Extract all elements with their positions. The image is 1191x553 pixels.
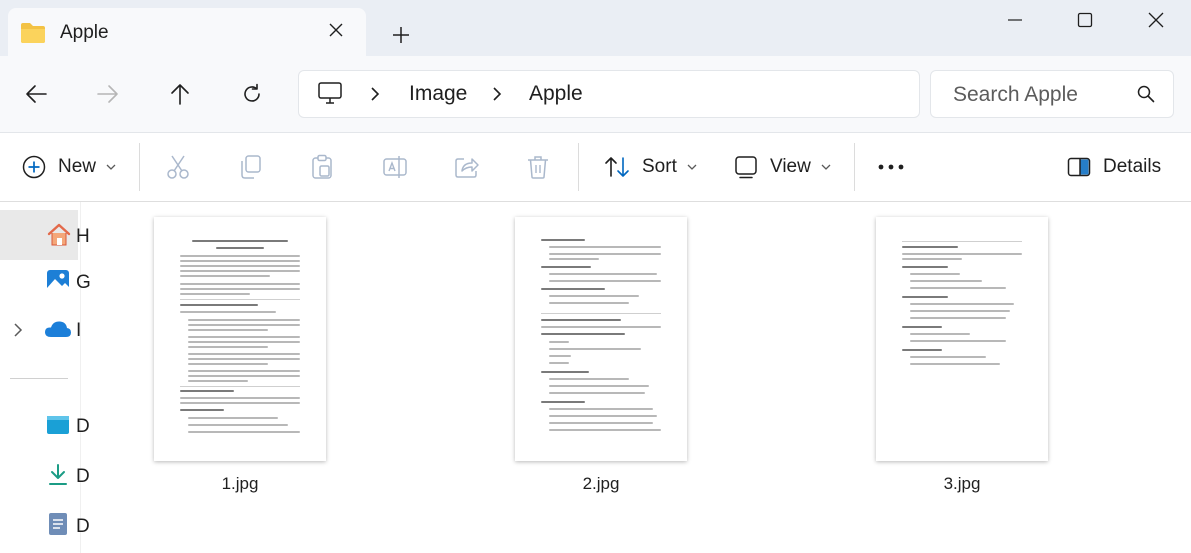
new-button[interactable]: New — [22, 133, 116, 201]
cut-button[interactable] — [166, 133, 190, 201]
close-window-button[interactable] — [1121, 0, 1191, 40]
minimize-button[interactable] — [980, 0, 1050, 40]
toolbar-divider — [139, 143, 140, 191]
navigation-pane: H G I D D D — [0, 202, 91, 553]
details-button[interactable]: Details — [1067, 133, 1161, 201]
paste-icon — [312, 154, 332, 179]
sort-icon — [605, 157, 629, 177]
more-icon — [878, 164, 904, 170]
copy-button[interactable] — [238, 133, 262, 201]
copy-icon — [241, 155, 261, 179]
sort-label: Sort — [642, 156, 677, 177]
cut-icon — [167, 155, 189, 179]
search-icon — [1137, 85, 1155, 108]
refresh-button[interactable] — [236, 78, 268, 110]
file-list: 1.jpg 2.jpg 3.jpg — [80, 202, 1191, 553]
gallery-icon — [46, 269, 70, 298]
this-pc-icon[interactable] — [317, 81, 343, 110]
address-bar[interactable]: Image Apple — [298, 70, 920, 118]
sidebar-item-gallery[interactable]: G — [0, 260, 91, 304]
chevron-right-icon[interactable] — [489, 84, 505, 104]
view-label: View — [770, 156, 811, 177]
rename-icon — [383, 156, 407, 178]
view-icon — [735, 156, 757, 179]
minimize-icon — [1008, 19, 1022, 21]
command-bar: New Sort View Details — [0, 133, 1191, 202]
folder-icon — [20, 22, 46, 49]
sort-button[interactable]: Sort — [604, 133, 697, 201]
toolbar-divider — [854, 143, 855, 191]
delete-button[interactable] — [526, 133, 550, 201]
onedrive-cloud-icon — [44, 320, 72, 343]
sidebar-item-downloads[interactable]: D — [0, 454, 90, 498]
arrow-left-icon — [26, 85, 47, 103]
maximize-icon — [1077, 12, 1093, 28]
details-pane-icon — [1067, 157, 1091, 177]
chevron-right-icon[interactable] — [13, 322, 23, 343]
chevron-right-icon[interactable] — [367, 84, 383, 104]
desktop-icon — [46, 415, 70, 440]
breadcrumb-apple[interactable]: Apple — [529, 82, 583, 106]
new-label: New — [58, 156, 97, 177]
up-button[interactable] — [164, 78, 196, 110]
tab-title: Apple — [60, 22, 109, 43]
paste-button[interactable] — [310, 133, 334, 201]
home-icon — [46, 223, 72, 252]
trash-icon — [528, 156, 548, 179]
breadcrumb-image[interactable]: Image — [409, 82, 467, 106]
arrow-right-icon — [97, 85, 118, 103]
downloads-icon — [48, 463, 68, 492]
file-name[interactable]: 3.jpg — [876, 474, 1048, 494]
close-icon — [329, 23, 343, 37]
chevron-down-icon — [821, 164, 831, 170]
refresh-icon — [244, 83, 260, 102]
file-thumbnail[interactable] — [515, 217, 687, 461]
documents-icon — [48, 512, 68, 541]
chevron-down-icon — [687, 164, 697, 170]
sidebar-item-onedrive[interactable]: I — [0, 308, 81, 352]
details-label: Details — [1103, 156, 1162, 177]
file-name[interactable]: 1.jpg — [154, 474, 326, 494]
toolbar-divider — [578, 143, 579, 191]
sidebar-item-home[interactable]: H — [0, 214, 90, 258]
back-button[interactable] — [20, 78, 52, 110]
rename-button[interactable] — [382, 133, 408, 201]
tab-apple[interactable]: Apple — [8, 8, 366, 56]
file-item[interactable]: 1.jpg — [154, 217, 326, 497]
file-thumbnail[interactable] — [876, 217, 1048, 461]
sidebar-item-desktop[interactable]: D — [0, 404, 90, 448]
file-item[interactable]: 3.jpg — [876, 217, 1048, 497]
add-circle-icon — [22, 155, 46, 179]
search-box[interactable]: Search Apple — [930, 70, 1174, 118]
see-more-button[interactable] — [878, 133, 904, 201]
close-icon — [1148, 12, 1164, 28]
chevron-down-icon — [106, 164, 116, 170]
maximize-button[interactable] — [1050, 0, 1120, 40]
file-name[interactable]: 2.jpg — [515, 474, 687, 494]
close-tab-button[interactable] — [322, 16, 350, 44]
sidebar-item-documents[interactable]: D — [0, 504, 90, 548]
share-icon — [455, 158, 479, 178]
navigation-bar: Image Apple Search Apple — [0, 56, 1191, 133]
plus-icon — [393, 27, 409, 43]
file-thumbnail[interactable] — [154, 217, 326, 461]
view-button[interactable]: View — [734, 133, 831, 201]
forward-button[interactable] — [92, 78, 124, 110]
new-tab-button[interactable] — [386, 20, 416, 50]
file-item[interactable]: 2.jpg — [515, 217, 687, 497]
search-input[interactable]: Search Apple — [953, 83, 1078, 107]
arrow-up-icon — [171, 84, 189, 105]
share-button[interactable] — [454, 133, 480, 201]
sidebar-divider — [10, 378, 68, 379]
